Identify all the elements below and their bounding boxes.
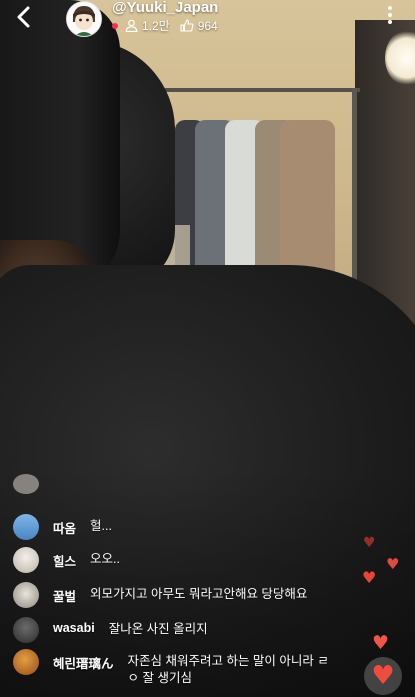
floating-heart-icon: ♥ xyxy=(372,632,390,654)
comment-item[interactable]: wasabi 잘나온 사진 올리지 xyxy=(13,617,208,643)
more-vertical-icon-dot xyxy=(388,13,392,17)
back-chevron-icon xyxy=(17,6,30,28)
comment-text: 자존심 채워주려고 하는 말이 아니라 ㄹㅇ 잘 생기심 xyxy=(127,654,329,685)
like-count: 964 xyxy=(197,18,218,33)
comment-avatar xyxy=(13,649,39,675)
comment-user: wasabi xyxy=(53,621,95,635)
comment-text: 잘나온 사진 올리지 xyxy=(108,622,208,636)
comment-item[interactable]: 혜린瑨璃ん 자존심 채워주려고 하는 말이 아니라 ㄹㅇ 잘 생기심 xyxy=(13,649,338,687)
comment-item[interactable]: 꿀벌 외모가지고 아무도 뭐라고안해요 당당해요 xyxy=(13,582,308,608)
more-options-button[interactable] xyxy=(387,6,393,28)
back-button[interactable] xyxy=(12,4,38,30)
clothes-rack-bar xyxy=(165,88,360,92)
avatar-illustration xyxy=(67,2,101,36)
comment-item[interactable] xyxy=(13,474,67,494)
heart-icon: ♥ xyxy=(371,661,395,691)
comment-item[interactable]: 힐스 오오.. xyxy=(13,547,120,573)
comment-avatar xyxy=(13,474,39,494)
more-vertical-icon xyxy=(388,6,392,10)
comment-text: 외모가지고 아무도 뭐라고안해요 당당해요 xyxy=(90,587,308,601)
floating-heart-icon: ♥ xyxy=(386,555,400,573)
comment-avatar xyxy=(13,582,39,608)
stream-stats: 1.2만 964 xyxy=(112,17,218,34)
comment-avatar xyxy=(13,617,39,643)
comment-avatar xyxy=(13,547,39,573)
viewers-icon xyxy=(125,19,138,32)
comment-user: 꿀벌 xyxy=(53,590,77,604)
streamer-username[interactable]: @Yuuki_Japan xyxy=(112,0,218,16)
likes-icon xyxy=(180,19,194,32)
comment-user: 힐스 xyxy=(53,555,77,569)
streamer-avatar[interactable] xyxy=(66,1,102,37)
comment-user: 따옴 xyxy=(53,522,77,536)
comment-avatar xyxy=(13,514,39,540)
top-bar: @Yuuki_Japan 1.2만 964 xyxy=(0,0,415,37)
viewer-count: 1.2만 xyxy=(142,19,170,33)
like-button[interactable]: ♥ xyxy=(364,657,402,695)
more-vertical-icon-dot xyxy=(388,20,392,24)
floating-heart-icon: ♥ xyxy=(362,568,377,587)
floating-heart-icon: ♥ xyxy=(363,535,376,551)
live-dot-icon xyxy=(112,22,118,29)
comment-text: 헐... xyxy=(90,519,112,533)
comment-text: 오오.. xyxy=(90,552,120,566)
comment-user: 혜린瑨璃ん xyxy=(53,657,114,671)
comment-item[interactable]: 따옴 헐... xyxy=(13,514,112,540)
